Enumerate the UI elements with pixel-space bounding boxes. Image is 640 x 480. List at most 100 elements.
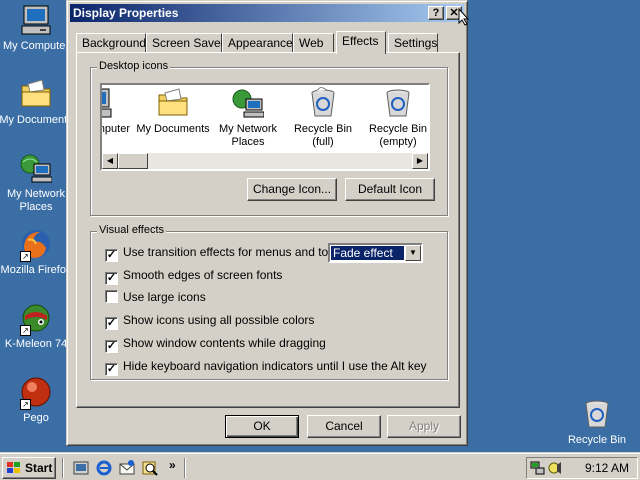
desktop-icon-my-computer[interactable]: My Computer [0, 4, 74, 53]
option-label: Smooth edges of screen fonts [123, 268, 283, 282]
desktop-icon-label: My Computer [2, 40, 70, 52]
option-label: Show window contents while dragging [123, 336, 326, 350]
folder-documents-icon [20, 78, 52, 110]
internet-explorer-icon[interactable] [96, 460, 112, 476]
quick-launch-more-icon[interactable]: » [169, 458, 176, 472]
list-item-recycle-bin-empty[interactable]: Recycle Bin (empty) [357, 87, 428, 149]
list-item-label-line1: My Network [218, 123, 278, 135]
desktop-icon-pego[interactable]: ↗ Pego [0, 376, 74, 425]
system-tray: 9:12 AM [526, 457, 638, 479]
dropdown-arrow-icon[interactable]: ▼ [405, 245, 421, 261]
recycle-bin-icon [581, 398, 613, 430]
tab-effects[interactable]: Effects [336, 31, 386, 54]
transition-effect-value: Fade effect [331, 246, 404, 260]
all-colors-checkbox[interactable]: ✓ [105, 317, 118, 330]
option-label: Use transition effects for menus and too… [123, 245, 357, 259]
list-item-my-network-places[interactable]: My Network Places [207, 87, 289, 149]
tab-web[interactable]: Web [293, 33, 334, 53]
start-label: Start [25, 461, 53, 475]
network-icon [20, 152, 53, 184]
desktop-icon-label-line1: My Network [6, 188, 66, 200]
transition-effect-select[interactable]: Fade effect ▼ [328, 243, 423, 263]
list-item-label-line1: Recycle Bin [368, 123, 428, 135]
k-meleon-icon: ↗ [20, 302, 52, 336]
recycle-bin-full-icon [307, 86, 339, 119]
transition-effects-checkbox[interactable]: ✓ [105, 249, 118, 262]
list-item-label-line2: (full) [312, 136, 334, 148]
mouse-cursor-icon [458, 8, 470, 26]
desktop-icon-label: My Documents [0, 114, 73, 126]
option-label: Hide keyboard navigation indicators unti… [123, 359, 427, 373]
shortcut-arrow-icon: ↗ [20, 251, 31, 262]
desktop-icon-mozilla-firefox[interactable]: ↗ Mozilla Firefox [0, 228, 74, 277]
title-bar[interactable]: Display Properties ? ✕ [70, 4, 464, 22]
speaker-tray-icon[interactable] [547, 460, 563, 476]
tab-background[interactable]: Background [76, 33, 146, 53]
shortcut-arrow-icon: ↗ [20, 325, 31, 336]
recycle-bin-empty-icon [382, 87, 414, 119]
network-icon [232, 87, 265, 119]
effects-panel: Desktop icons My Computer My Documents [76, 52, 460, 408]
folder-documents-icon [157, 87, 189, 119]
firefox-icon: ↗ [20, 228, 52, 262]
option-label: Show icons using all possible colors [123, 313, 315, 327]
scroll-right-icon[interactable]: ▶ [412, 153, 428, 169]
taskbar-separator [184, 458, 186, 478]
option-hide-keyboard-indicators[interactable]: ✓ Hide keyboard navigation indicators unt… [105, 359, 427, 376]
start-button[interactable]: Start [2, 457, 56, 479]
pego-icon: ↗ [20, 376, 52, 410]
default-icon-button[interactable]: Default Icon [345, 178, 435, 201]
clock[interactable]: 9:12 AM [585, 461, 629, 475]
ok-button[interactable]: OK [225, 415, 299, 438]
tab-screen-saver[interactable]: Screen Saver [146, 33, 225, 53]
window-dragging-checkbox[interactable]: ✓ [105, 340, 118, 353]
group-title: Desktop icons [97, 60, 171, 72]
desktop-icon-label: K-Meleon 74 [4, 338, 68, 350]
horizontal-scrollbar[interactable]: ◀ ▶ [102, 153, 428, 169]
smooth-fonts-checkbox[interactable]: ✓ [105, 272, 118, 285]
help-button[interactable]: ? [428, 6, 444, 20]
desktop-icons-group: Desktop icons My Computer My Documents [90, 60, 448, 216]
option-label: Use large icons [123, 290, 206, 304]
taskbar: Start » 9:12 AM [0, 452, 640, 480]
outlook-express-icon[interactable] [119, 460, 135, 476]
show-desktop-icon[interactable] [73, 460, 89, 476]
option-transition-effects[interactable]: ✓ Use transition effects for menus and to… [105, 245, 357, 262]
network-tray-icon[interactable] [530, 460, 546, 476]
large-icons-checkbox[interactable] [105, 290, 118, 303]
desktop-icons-list[interactable]: My Computer My Documents My Network Plac… [100, 83, 430, 171]
desktop-icon-label: Pego [23, 412, 49, 424]
tab-appearance[interactable]: Appearance [222, 33, 293, 53]
taskbar-separator [62, 458, 64, 478]
tab-settings[interactable]: Settings [388, 33, 438, 53]
hide-keyboard-indicators-checkbox[interactable]: ✓ [105, 363, 118, 376]
option-smooth-fonts[interactable]: ✓ Smooth edges of screen fonts [105, 268, 283, 285]
computer-icon [20, 4, 52, 36]
list-item-my-documents[interactable]: My Documents [132, 87, 214, 136]
list-item-label-line2: Places [231, 136, 265, 148]
scroll-thumb[interactable] [118, 153, 148, 169]
option-all-colors[interactable]: ✓ Show icons using all possible colors [105, 313, 315, 330]
shortcut-arrow-icon: ↗ [20, 399, 31, 410]
option-window-dragging[interactable]: ✓ Show window contents while dragging [105, 336, 326, 353]
scroll-left-icon[interactable]: ◀ [102, 153, 118, 169]
desktop-icon-k-meleon[interactable]: ↗ K-Meleon 74 [0, 302, 74, 351]
list-item-label-line1: Recycle Bin [293, 123, 353, 135]
desktop-icon-recycle-bin[interactable]: Recycle Bin [559, 398, 635, 447]
list-item-recycle-bin-full[interactable]: Recycle Bin (full) [282, 86, 364, 149]
list-item-label: My Documents [136, 123, 210, 135]
change-icon-button[interactable]: Change Icon... [247, 178, 337, 201]
search-icon[interactable] [142, 460, 158, 476]
windows-logo-icon [7, 462, 20, 473]
cancel-button[interactable]: Cancel [307, 415, 381, 438]
desktop-icon-label-line2: Places [19, 201, 53, 213]
desktop-icon-label: Recycle Bin [567, 434, 627, 446]
apply-button[interactable]: Apply [387, 415, 461, 438]
option-large-icons[interactable]: Use large icons [105, 290, 206, 306]
desktop-icon-my-network-places[interactable]: My Network Places [0, 152, 74, 214]
computer-icon [102, 87, 113, 119]
desktop-icon-my-documents[interactable]: My Documents [0, 78, 74, 127]
list-item-label-line2: (empty) [379, 136, 417, 148]
window-title: Display Properties [73, 6, 179, 20]
group-title: Visual effects [97, 224, 167, 236]
